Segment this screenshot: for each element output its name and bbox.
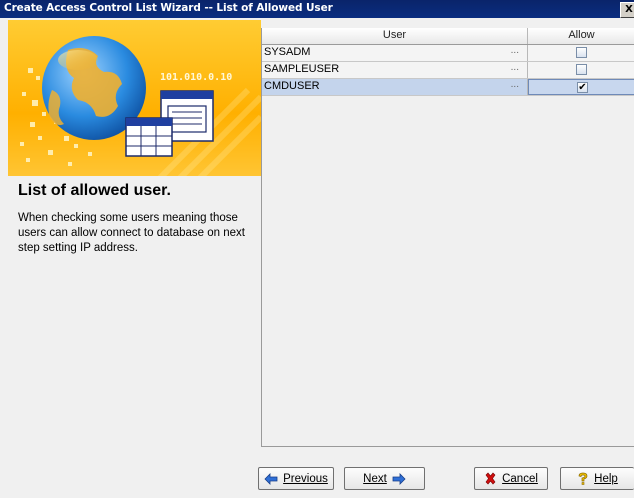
next-button[interactable]: Next [344,467,425,490]
table-row[interactable]: CMDUSER ... ✔ [262,79,634,96]
allowed-user-table: User Allow SYSADM ... SAMPLEUSER ... CMD [261,28,634,447]
ellipsis-button[interactable]: ... [511,77,519,92]
previous-button[interactable]: Previous [258,467,334,490]
user-cell[interactable]: CMDUSER ... [262,79,528,95]
wizard-window: Create Access Control List Wizard -- Lis… [0,0,634,498]
step-heading: List of allowed user. [18,182,171,199]
arrow-left-icon [264,472,278,485]
allow-cell[interactable] [528,45,634,61]
user-name: SAMPLEUSER [264,63,340,75]
previous-label: Previous [283,472,328,485]
red-x-icon [484,472,497,485]
user-name: CMDUSER [264,80,320,92]
ellipsis-button[interactable]: ... [511,60,519,75]
column-header-user[interactable]: User [262,28,528,44]
user-name: SYSADM [264,46,311,58]
help-button[interactable]: Help [560,467,634,490]
wizard-banner-image: 101.010.0.10 [8,20,261,176]
allow-cell[interactable]: ✔ [528,79,634,95]
title-bar: Create Access Control List Wizard -- Lis… [0,0,634,18]
network-globe-illustration: 101.010.0.10 [20,36,261,176]
cancel-label: Cancel [502,472,538,485]
banner-ip-label: 101.010.0.10 [160,72,232,83]
wizard-side-panel: 101.010.0.10 List of allowed user. When … [8,20,261,484]
window-title: Create Access Control List Wizard -- Lis… [4,2,333,14]
allow-checkbox[interactable] [576,64,587,75]
table-row[interactable]: SYSADM ... [262,45,634,62]
allow-checkbox[interactable]: ✔ [577,82,588,93]
step-description: When checking some users meaning those u… [18,212,245,254]
cancel-button[interactable]: Cancel [474,467,548,490]
user-cell[interactable]: SAMPLEUSER ... [262,62,528,78]
column-header-allow[interactable]: Allow [528,28,634,44]
ellipsis-button[interactable]: ... [511,43,519,58]
table-row[interactable]: SAMPLEUSER ... [262,62,634,79]
table-header: User Allow [262,28,634,45]
allow-cell[interactable] [528,62,634,78]
help-label: Help [594,472,618,485]
question-mark-icon [577,472,589,486]
close-icon[interactable]: X [620,2,634,18]
user-cell[interactable]: SYSADM ... [262,45,528,61]
arrow-right-icon [392,472,406,485]
next-label: Next [363,472,387,485]
allow-checkbox[interactable] [576,47,587,58]
